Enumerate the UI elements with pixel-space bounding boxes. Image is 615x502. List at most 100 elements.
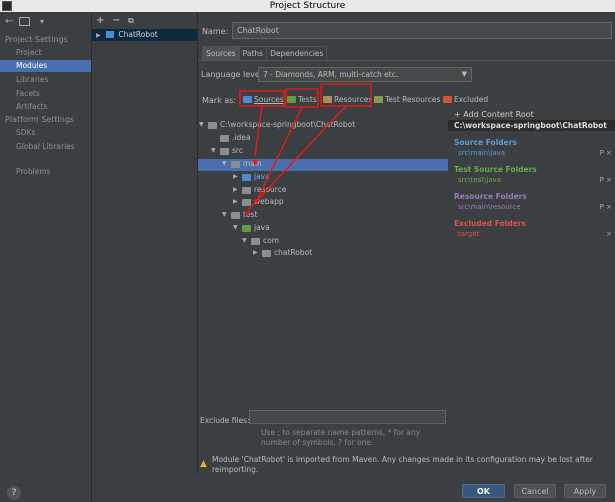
module-item-chatrobot[interactable]: ▶ ChatRobot (92, 29, 197, 41)
test-folder-icon (242, 225, 251, 232)
source-folder-path: src\main\java (458, 149, 506, 157)
name-label: Name: (202, 27, 229, 36)
add-module-icon[interactable]: + (96, 15, 104, 27)
mark-tests-button[interactable]: Tests (287, 94, 317, 106)
sidebar-item-facets[interactable]: Facets (0, 88, 91, 100)
add-content-root-button[interactable]: + Add Content Root (454, 110, 534, 119)
test-folder-controls: P × (600, 176, 612, 184)
tabs-divider (198, 60, 615, 61)
sidebar-item-modules[interactable]: Modules (0, 60, 91, 72)
sources-folder-icon (243, 96, 252, 103)
sidebar-item-libraries[interactable]: Libraries (0, 74, 91, 86)
tab-dependencies[interactable]: Dependencies (266, 46, 328, 60)
collapse-arrow-icon: ▶ (233, 198, 238, 205)
expand-arrow-icon: ▼ (222, 160, 227, 167)
chevron-down-icon: ▼ (461, 70, 467, 78)
mark-test-resources-button[interactable]: Test Resources (374, 94, 440, 106)
module-name-field[interactable]: ChatRobot (232, 22, 612, 39)
resources-folder-icon (323, 96, 332, 103)
folder-icon (231, 161, 240, 168)
mark-sources-label: Sources (254, 95, 284, 104)
expand-arrow-icon: ▼ (233, 224, 238, 231)
exclude-files-hint: Use ; to separate name patterns, * for a… (261, 428, 421, 447)
language-level-label: Language level: (201, 70, 265, 79)
tree-node-label: resource (254, 185, 287, 194)
folder-icon (251, 238, 260, 245)
sidebar-item-global-libraries[interactable]: Global Libraries (0, 141, 91, 153)
content-root-path: C:\workspace-springboot\ChatRobot (448, 120, 615, 131)
tree-node-label: C:\workspace-springboot\ChatRobot (220, 120, 356, 129)
content-root-tree: ▼ C:\workspace-springboot\ChatRobot .ide… (198, 107, 448, 407)
copy-module-icon[interactable]: ⧉ (128, 15, 134, 27)
module-item-label: ChatRobot (118, 30, 158, 39)
maven-warning-text: Module 'ChatRobot' is imported from Mave… (212, 455, 593, 474)
expand-arrow-icon: ▼ (242, 237, 247, 244)
collapse-arrow-icon: ▶ (233, 186, 238, 193)
folder-icon (231, 212, 240, 219)
tree-node-label: src (232, 146, 243, 155)
exclude-files-field[interactable] (249, 410, 446, 424)
folder-icon (242, 199, 251, 206)
properties-icon[interactable]: P (600, 176, 604, 184)
nav-toolbar: ← ▾ (0, 16, 92, 30)
apply-button[interactable]: Apply (564, 484, 606, 498)
mark-resources-button[interactable]: Resources (323, 94, 372, 106)
source-folders-title: Source Folders (454, 138, 517, 147)
module-settings-panel: Name: ChatRobot Sources Paths Dependencies… (198, 12, 615, 474)
project-settings-header: Project Settings (5, 35, 68, 44)
remove-module-icon[interactable]: − (112, 15, 120, 27)
title-bar: Project Structure (0, 0, 615, 12)
tree-node-label: com (263, 236, 280, 245)
tree-node-label: .idea (232, 133, 251, 142)
window-icon[interactable] (19, 17, 30, 26)
excluded-folder-controls: × (606, 230, 612, 238)
folder-icon (242, 187, 251, 194)
tab-sources[interactable]: Sources (202, 46, 240, 60)
folder-icon (220, 135, 229, 142)
source-folder-icon (242, 174, 251, 181)
content-root-panel: + Add Content Root C:\workspace-springbo… (448, 107, 615, 387)
mark-sources-button[interactable]: Sources (243, 94, 284, 106)
warning-icon: ▲ (200, 459, 207, 469)
sidebar-item-problems[interactable]: Problems (0, 166, 91, 178)
resource-folders-title: Resource Folders (454, 192, 527, 201)
ok-button[interactable]: OK (462, 484, 505, 498)
folder-icon (220, 148, 229, 155)
mark-excluded-label: Excluded (454, 95, 489, 104)
tests-folder-icon (287, 96, 296, 103)
window-title: Project Structure (269, 1, 346, 11)
resource-folder-controls: P × (600, 203, 612, 211)
remove-icon[interactable]: × (606, 203, 612, 211)
back-arrow-icon[interactable]: ← (5, 16, 13, 28)
remove-icon[interactable]: × (606, 176, 612, 184)
properties-icon[interactable]: P (600, 203, 604, 211)
help-icon[interactable]: ? (7, 486, 21, 500)
mark-as-label: Mark as: (202, 96, 237, 105)
test-source-folder-path: src\test\java (458, 176, 502, 184)
platform-settings-header: Platform Settings (5, 115, 75, 124)
module-folder-icon (106, 31, 115, 38)
mark-excluded-button[interactable]: Excluded (443, 94, 488, 106)
collapse-arrow-icon: ▶ (253, 249, 258, 256)
chevron-down-icon[interactable]: ▾ (40, 16, 44, 28)
language-level-select[interactable]: 7 - Diamonds, ARM, multi-catch etc. ▼ (258, 67, 472, 82)
tree-node-label: main (243, 159, 262, 168)
tab-paths[interactable]: Paths (238, 46, 268, 60)
sidebar-item-artifacts[interactable]: Artifacts (0, 101, 91, 113)
exclude-files-label: Exclude files: (200, 416, 250, 425)
test-resources-folder-icon (374, 96, 383, 103)
excluded-folder-path: target (458, 230, 480, 238)
excluded-folders-title: Excluded Folders (454, 219, 526, 228)
resource-folder-path: src\main\resource (458, 203, 521, 211)
cancel-button[interactable]: Cancel (514, 484, 556, 498)
sidebar-item-sdks[interactable]: SDKs (0, 127, 91, 139)
chevron-right-icon: ▶ (96, 32, 101, 39)
remove-icon[interactable]: × (606, 149, 612, 157)
properties-icon[interactable]: P (600, 149, 604, 157)
tree-node-label: java (254, 172, 270, 181)
remove-icon[interactable]: × (606, 230, 612, 238)
tree-node-label: java (254, 223, 270, 232)
module-tabs: Sources Paths Dependencies (202, 46, 328, 60)
modules-pane: + − ⧉ ▶ ChatRobot (92, 12, 198, 474)
sidebar-item-project[interactable]: Project (0, 47, 91, 59)
